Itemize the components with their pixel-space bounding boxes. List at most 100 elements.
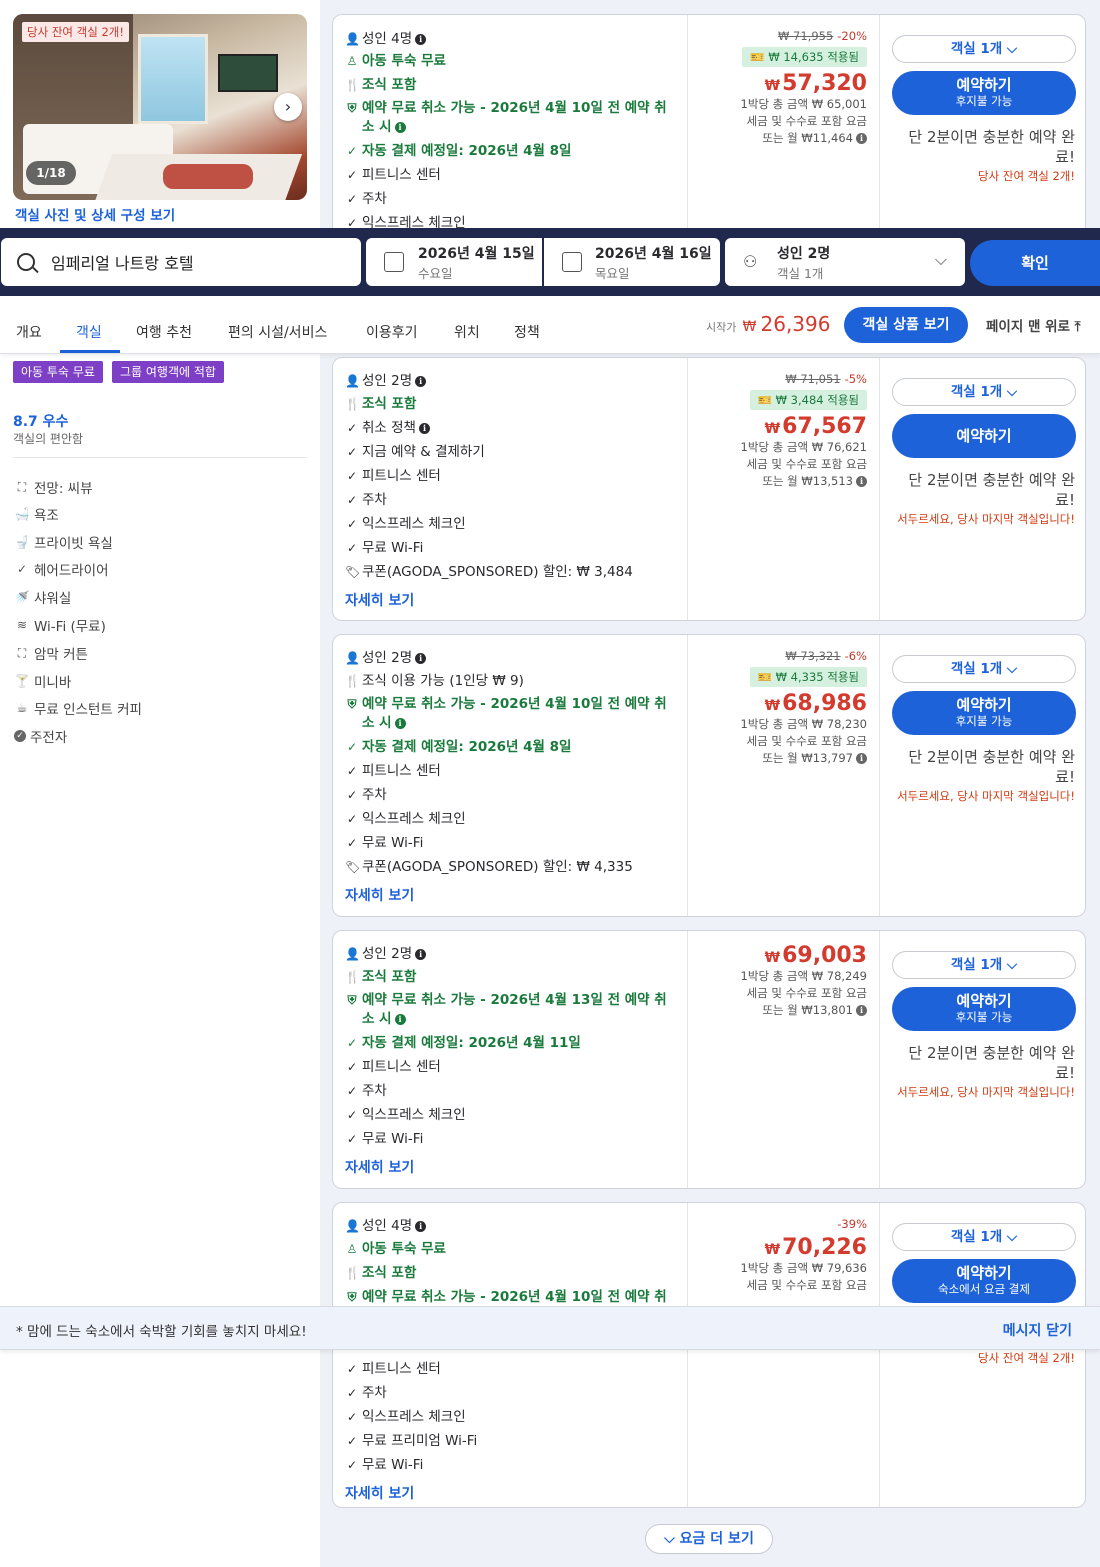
tax-note: 세금 및 수수료 포함 요금 <box>746 457 867 471</box>
info-icon[interactable]: i <box>418 422 430 434</box>
book-button[interactable]: 예약하기 후지불 가능 <box>892 691 1076 735</box>
offer-price: ₩69,003 <box>688 943 867 968</box>
availability-warning: 서두르세요, 당사 마지막 객실입니다! <box>897 1085 1075 1099</box>
currency: ₩ <box>764 421 781 437</box>
applied-text: ₩ 4,335 적용됨 <box>775 670 859 684</box>
info-icon[interactable]: i <box>856 753 867 764</box>
checkin-field[interactable]: 2026년 4월 15일 수요일 <box>366 238 542 286</box>
check-icon: ✓ <box>346 216 358 228</box>
feature-text: 쿠폰(AGODA_SPONSORED) 할인: ₩ 4,335 <box>362 859 633 875</box>
feature-text: 익스프레스 체크인 <box>362 215 466 228</box>
tab-overview[interactable]: 개요 <box>16 322 42 342</box>
info-icon[interactable]: i <box>856 476 867 487</box>
tag-kids-free: 아동 투숙 무료 <box>13 361 103 383</box>
offer-card-5: 👤 성인 4명 i ♙ 아동 투숙 무료 🍴 조식 포함 ⛨ 예약 무료 취소 가능 - … <box>332 1202 1086 1508</box>
chevron-down-icon: ⌵ <box>664 1531 675 1547</box>
view-rooms-button[interactable]: 객실 상품 보기 <box>844 307 968 343</box>
info-icon[interactable]: i <box>856 133 867 144</box>
book-button[interactable]: 예약하기 <box>892 414 1076 458</box>
offer-guests: 성인 2명 <box>362 946 413 962</box>
banner-close-link[interactable]: 메시지 닫기 <box>1003 1320 1072 1340</box>
check-icon: ✓ <box>346 144 358 158</box>
original-price: ₩ 71,955 <box>778 29 834 43</box>
back-to-top-link[interactable]: 페이지 맨 위로 ⤒ <box>986 315 1081 335</box>
check-icon: ✓ <box>346 836 358 850</box>
info-icon[interactable]: i <box>394 717 406 729</box>
tax-note: 세금 및 수수료 포함 요금 <box>746 1278 867 1292</box>
feature-text: 무료 Wi-Fi <box>362 1131 424 1147</box>
info-icon[interactable]: i <box>415 33 427 45</box>
book-button[interactable]: 예약하기 후지불 가능 <box>892 987 1076 1031</box>
chevron-down-icon: ⌵ <box>934 250 947 269</box>
check-icon: ✓ <box>346 517 358 531</box>
info-icon[interactable]: i <box>415 652 427 664</box>
details-link[interactable]: 자세히 보기 <box>345 885 414 905</box>
room-quantity-select[interactable]: 객실 1개 ⌵ <box>892 655 1076 683</box>
wifi-icon: ≋ <box>16 618 28 632</box>
urgency-text: 단 2분이면 충분한 예약 완료! <box>908 748 1075 786</box>
info-icon[interactable]: i <box>415 1220 427 1232</box>
price-value: 68,986 <box>782 691 867 716</box>
feature-text: 자동 결제 예정일: 2026년 4월 8일 <box>362 739 572 755</box>
tab-policies[interactable]: 정책 <box>514 322 540 342</box>
tab-reviews[interactable]: 이용후기 <box>366 322 418 342</box>
room-quantity-select[interactable]: 객실 1개 ⌵ <box>892 951 1076 979</box>
cocktail-icon: 🍸 <box>14 674 30 688</box>
amenity-hairdryer: ✓ 헤어드라이어 <box>14 559 109 579</box>
book-button[interactable]: 예약하기 후지불 가능 <box>892 71 1076 115</box>
coffee-icon: ☕ <box>16 701 28 715</box>
offer-price: ₩57,320 <box>688 71 867 96</box>
room-quantity-select[interactable]: 객실 1개 ⌵ <box>892 35 1076 63</box>
room-quantity-select[interactable]: 객실 1개 ⌵ <box>892 378 1076 406</box>
details-link[interactable]: 자세히 보기 <box>345 1483 414 1503</box>
feature-text: 피트니스 센터 <box>362 1361 441 1377</box>
applied-text: ₩ 3,484 적용됨 <box>775 393 859 407</box>
urgency-text: 단 2분이면 충분한 예약 완료! <box>908 128 1075 166</box>
promo-banner: * 맘에 드는 숙소에서 숙박할 기회를 놓치지 마세요! 메시지 닫기 <box>0 1306 1100 1350</box>
ticket-icon: 🎫 <box>757 670 772 684</box>
tab-rooms[interactable]: 객실 <box>76 322 102 342</box>
book-button[interactable]: 예약하기 숙소에서 요금 결제 <box>892 1259 1076 1303</box>
search-icon <box>17 253 39 274</box>
chevron-down-icon: ⌵ <box>1006 384 1018 400</box>
tab-location[interactable]: 위치 <box>454 322 480 342</box>
tab-facilities[interactable]: 편의 시설/서비스 <box>228 322 327 342</box>
room-photos-link[interactable]: 객실 사진 및 상세 구성 보기 <box>15 204 175 224</box>
check-icon: ✓ <box>16 562 28 576</box>
check-icon: ✓ <box>346 541 358 555</box>
currency: ₩ <box>764 78 781 94</box>
person-icon: 👤 <box>345 1219 360 1233</box>
photo-next-button[interactable]: › <box>274 93 302 121</box>
search-confirm-button[interactable]: 확인 <box>970 240 1100 286</box>
room-quantity-select[interactable]: 객실 1개 ⌵ <box>892 1223 1076 1251</box>
feature-text: 예약 무료 취소 가능 - 2026년 4월 13일 전 예약 취소 시 <box>362 992 667 1027</box>
urgency-text: 단 2분이면 충분한 예약 완료! <box>908 471 1075 509</box>
users-icon: ⚇ <box>743 252 758 271</box>
utensils-icon: 🍴 <box>345 397 360 411</box>
checkout-field[interactable]: 2026년 4월 16일 목요일 <box>544 238 720 286</box>
amenity-kettle: ✓ 주전자 <box>14 726 67 746</box>
applied-coupon: 🎫 ₩ 3,484 적용됨 <box>749 390 867 410</box>
info-icon[interactable]: i <box>415 948 427 960</box>
toilet-icon: 🚽 <box>14 535 30 549</box>
details-link[interactable]: 자세히 보기 <box>345 1157 414 1177</box>
info-icon[interactable]: i <box>856 1005 867 1016</box>
more-rates-button[interactable]: ⌵ 요금 더 보기 <box>645 1524 773 1554</box>
destination-input[interactable]: 임페리얼 나트랑 호텔 <box>1 238 361 286</box>
checkin-date: 2026년 4월 15일 <box>418 246 535 262</box>
utensils-icon: 🍴 <box>345 78 360 92</box>
check-icon: ✓ <box>346 493 358 507</box>
feature-text: 지금 예약 & 결제하기 <box>362 444 485 460</box>
info-icon[interactable]: i <box>394 121 406 133</box>
guests-field[interactable]: ⚇ 성인 2명 객실 1개 ⌵ <box>725 238 965 286</box>
tab-recommendations[interactable]: 여행 추천 <box>136 322 192 342</box>
currency: ₩ <box>764 1242 781 1258</box>
info-icon[interactable]: i <box>415 375 427 387</box>
details-link[interactable]: 자세히 보기 <box>345 590 414 610</box>
tax-note: 세금 및 수수료 포함 요금 <box>746 734 867 748</box>
original-price: ₩ 71,051 <box>785 372 841 386</box>
ticket-icon: 🎫 <box>757 393 772 407</box>
availability-warning: 당사 잔여 객실 2개! <box>978 1351 1075 1365</box>
info-icon[interactable]: i <box>394 1013 406 1025</box>
availability-warning: 당사 잔여 객실 2개! <box>978 169 1075 183</box>
